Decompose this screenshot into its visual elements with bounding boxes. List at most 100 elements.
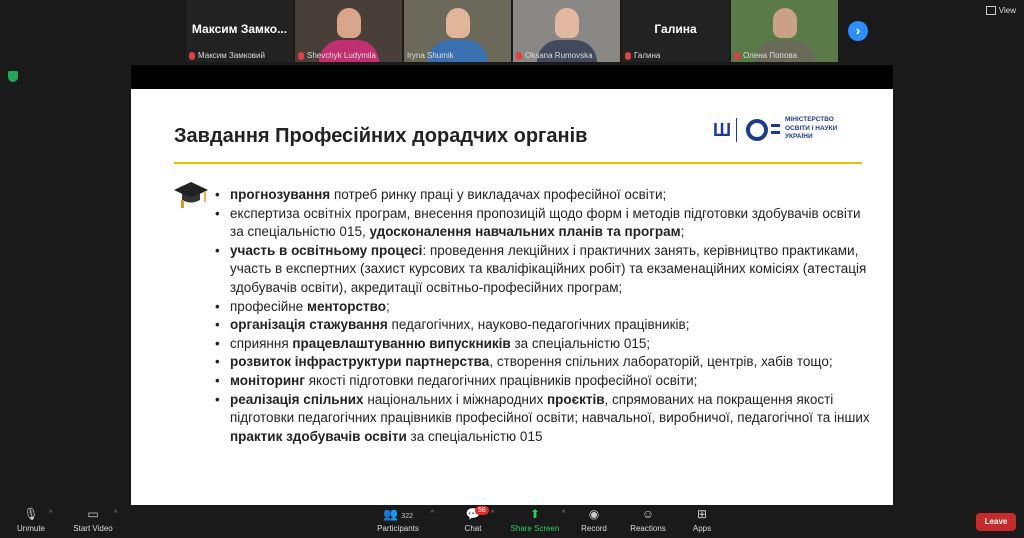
meeting-toolbar: 🎙 Unmute ^ ▭ Start Video ^ 👥 322 Partici… <box>0 505 1024 538</box>
participant-big-name: Галина <box>654 22 697 36</box>
record-label: Record <box>581 524 607 533</box>
task-list-item: організація стажування педагогічних, нау… <box>215 316 875 335</box>
slide-title: Завдання Професійних дорадчих органів <box>174 125 588 147</box>
reactions-button[interactable]: ☺ Reactions <box>628 507 668 533</box>
chat-button[interactable]: 💬 58 Chat <box>461 506 489 533</box>
task-emphasis: працевлаштуванню випускників <box>292 335 511 351</box>
participant-video-face <box>336 8 361 38</box>
participant-tile[interactable]: Максим Замко... Максим Замковий <box>186 0 293 62</box>
view-button[interactable]: View <box>985 6 1016 15</box>
task-emphasis: участь в освітньому процесі <box>230 242 423 258</box>
audio-options-caret-icon[interactable]: ^ <box>49 510 52 517</box>
apps-icon: ⊞ <box>696 507 708 521</box>
unmute-button[interactable]: 🎙 Unmute <box>14 507 48 533</box>
participant-big-name: Максим Замко... <box>191 22 288 36</box>
task-emphasis: моніторинг <box>230 372 305 388</box>
logo-text: МІНІСТЕРСТВО ОСВІТИ І НАУКИ УКРАЇНИ <box>785 116 837 142</box>
participant-label: Iryna Shumik <box>407 51 454 60</box>
logo-line-2: ОСВІТИ І НАУКИ <box>785 124 838 132</box>
apps-button[interactable]: ⊞ Apps <box>690 507 714 533</box>
start-video-label: Start Video <box>73 524 113 533</box>
video-options-caret-icon[interactable]: ^ <box>114 510 117 517</box>
participant-label: Shevchyk Ludymila <box>298 51 376 60</box>
task-text: сприяння <box>230 335 293 351</box>
participant-name: Олена Попова <box>743 51 797 60</box>
unmute-label: Unmute <box>16 524 45 533</box>
share-screen-label: Share Screen <box>510 524 560 533</box>
participant-tile[interactable]: Олена Попова <box>731 0 838 62</box>
participants-count: 322 <box>401 513 413 520</box>
logo-line-1: МІНІСТЕРСТВО <box>785 116 834 123</box>
mic-muted-icon <box>189 51 195 60</box>
task-emphasis: реалізація спільних <box>230 391 364 407</box>
task-text: ; <box>386 298 390 314</box>
participants-icon: 👥 322 <box>383 507 413 521</box>
task-list-item: розвиток інфраструктури партнерства, ств… <box>215 353 875 372</box>
participant-label: Олена Попова <box>734 51 797 60</box>
participant-label: Максим Замковий <box>189 51 265 60</box>
title-underline <box>174 162 862 164</box>
participant-label: Галина <box>625 51 660 60</box>
mic-muted-icon <box>625 51 631 60</box>
logo-circle-mark <box>746 119 768 141</box>
mic-muted-icon <box>516 51 522 60</box>
leave-button[interactable]: Leave <box>976 513 1016 531</box>
task-text: ; <box>680 224 685 240</box>
participant-name: Oksana Rumovska <box>525 51 593 60</box>
task-emphasis: прогнозування <box>230 187 331 202</box>
participants-button[interactable]: 👥 322 Participants <box>374 507 422 533</box>
task-list-item: прогнозування потреб ринку праці у викла… <box>215 186 875 205</box>
task-emphasis: практик здобувачів освіти <box>230 428 407 444</box>
task-emphasis: розвиток інфраструктури партнерства <box>230 354 490 370</box>
mic-muted-icon <box>734 51 740 60</box>
share-caret-icon[interactable]: ^ <box>562 510 565 517</box>
task-text: якості підготовки педагогічних працівник… <box>304 372 698 388</box>
chat-caret-icon[interactable]: ^ <box>491 510 494 517</box>
reactions-label: Reactions <box>630 524 666 533</box>
task-list-item: участь в освітньому процесі: проведення … <box>215 242 875 298</box>
participant-tile[interactable]: Shevchyk Ludymila <box>295 0 402 62</box>
task-list: прогнозування потреб ринку праці у викла… <box>215 186 875 446</box>
participant-tile[interactable]: Галина Галина <box>622 0 729 62</box>
participant-video-face <box>554 8 579 38</box>
task-list-item: реалізація спільних національних і міжна… <box>215 391 875 447</box>
share-screen-button[interactable]: ⬆ Share Screen <box>510 507 560 533</box>
apps-label: Apps <box>692 524 712 533</box>
logo-line-3: УКРАЇНИ <box>785 133 813 140</box>
logo-divider <box>736 118 737 142</box>
participant-label: Oksana Rumovska <box>516 51 593 60</box>
task-text: національних і міжнародних <box>363 391 548 407</box>
record-button[interactable]: ◉ Record <box>580 507 608 533</box>
task-text: за спеціальністю 015 <box>406 428 543 444</box>
task-emphasis: менторство <box>306 298 387 314</box>
task-emphasis: проєктів <box>547 391 605 407</box>
trident-icon: Ш <box>713 120 732 140</box>
mic-muted-icon: 🎙 <box>23 507 39 521</box>
grid-icon <box>985 6 996 15</box>
shared-screen-header <box>131 65 893 89</box>
participant-tile[interactable]: Iryna Shumik <box>404 0 511 62</box>
participants-label: Participants <box>377 524 419 533</box>
participant-video-face <box>445 8 470 38</box>
record-icon: ◉ <box>588 507 600 521</box>
chat-badge: 58 <box>475 506 489 515</box>
view-label: View <box>998 6 1016 15</box>
video-off-icon: ▭ <box>87 507 99 521</box>
task-text: , створення спільних лабораторій, центрі… <box>489 354 833 370</box>
logo-equals-mark <box>771 124 780 127</box>
task-emphasis: удосконалення навчальних планів та прогр… <box>369 224 681 240</box>
reactions-icon: ☺ <box>641 507 655 521</box>
encryption-shield-icon[interactable] <box>8 71 18 82</box>
participants-caret-icon[interactable]: ^ <box>431 510 434 517</box>
ministry-logo: Ш МІНІСТЕРСТВО ОСВІТИ І НАУКИ УКРАЇНИ <box>713 116 863 144</box>
start-video-button[interactable]: ▭ Start Video <box>70 507 116 533</box>
task-text: професійне <box>230 298 307 314</box>
task-list-item: моніторинг якості підготовки педагогічни… <box>215 372 875 391</box>
chat-label: Chat <box>464 524 482 533</box>
task-list-item: експертиза освітніх програм, внесення пр… <box>215 205 875 242</box>
next-page-arrow-icon[interactable]: › <box>848 21 868 41</box>
task-text: потреб ринку праці у викладачах професій… <box>330 187 667 202</box>
task-list-item: професійне менторство; <box>215 298 875 317</box>
participant-tile[interactable]: Oksana Rumovska <box>513 0 620 62</box>
task-emphasis: організація стажування <box>230 317 388 333</box>
